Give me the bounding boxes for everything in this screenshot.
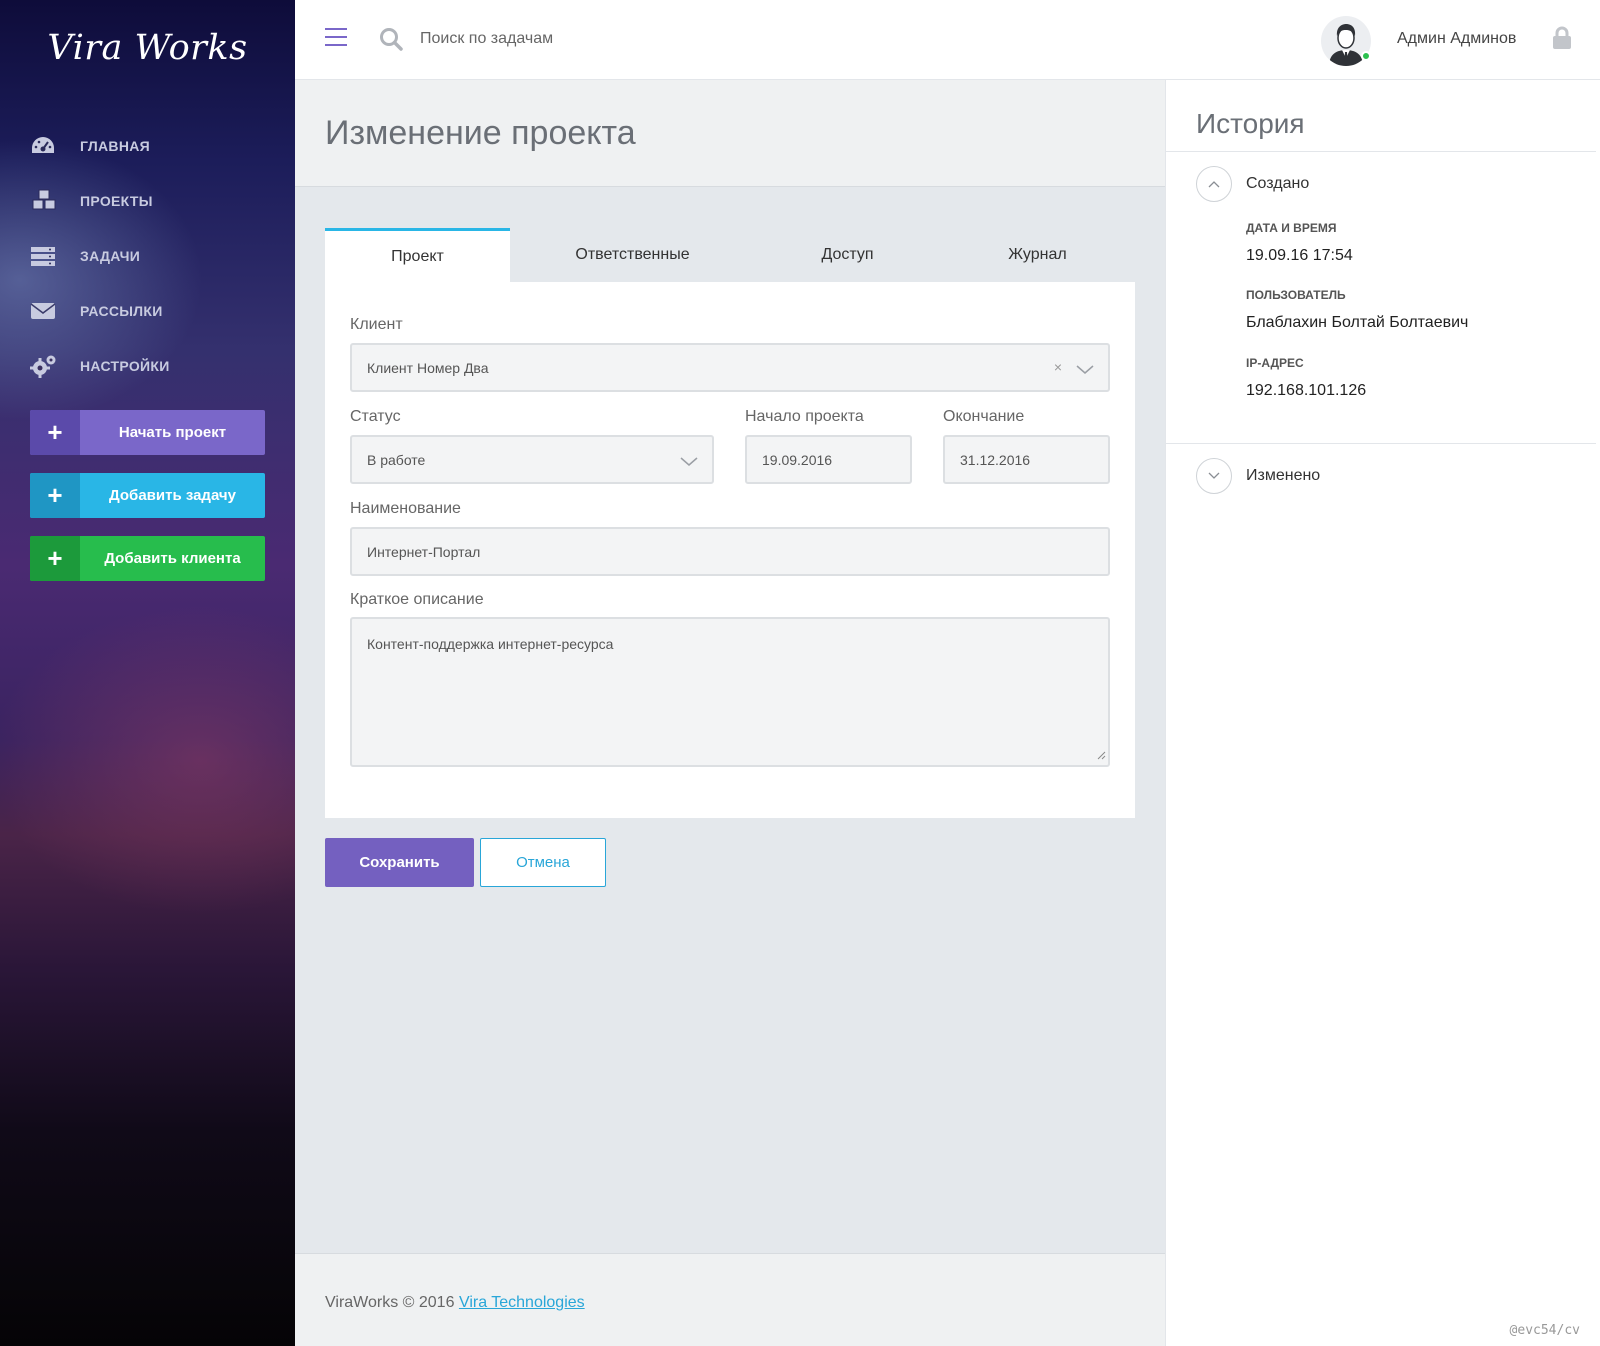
- sidebar-item-label: ЗАДАЧИ: [80, 247, 141, 264]
- add-task-label: Добавить задачу: [109, 487, 236, 504]
- chevron-down-icon: [1076, 362, 1094, 378]
- gears-icon: [30, 353, 80, 379]
- start-project-label: Начать проект: [118, 424, 227, 441]
- copyright-text: ViraWorks © 2016: [325, 1294, 455, 1311]
- sidebar-item-settings[interactable]: НАСТРОЙКИ: [30, 338, 170, 393]
- dashboard-icon: [30, 135, 80, 157]
- lock-icon[interactable]: [1552, 26, 1572, 55]
- sidebar-item-label: ГЛАВНАЯ: [80, 137, 151, 154]
- date-time-value: 19.09.16 17:54: [1246, 247, 1353, 264]
- tab-access[interactable]: Доступ: [755, 228, 940, 282]
- user-value: Блаблахин Болтай Болтаевич: [1246, 314, 1469, 331]
- online-status-dot: [1361, 51, 1371, 61]
- plus-icon: +: [30, 410, 80, 455]
- resize-handle-icon[interactable]: [1096, 747, 1106, 763]
- start-project-button[interactable]: + Начать проект: [30, 410, 265, 455]
- add-client-button[interactable]: + Добавить клиента: [30, 536, 265, 581]
- sidebar-item-label: РАССЫЛКИ: [80, 302, 163, 319]
- sidebar-item-tasks[interactable]: ЗАДАЧИ: [30, 228, 170, 283]
- tab-bar: Проект Ответственные Доступ Журнал: [325, 228, 1135, 282]
- cubes-icon: [30, 189, 80, 213]
- save-button[interactable]: Сохранить: [325, 838, 474, 887]
- cancel-button[interactable]: Отмена: [480, 838, 606, 887]
- sidebar-item-projects[interactable]: ПРОЕКТЫ: [30, 173, 170, 228]
- chevron-down-icon: [1208, 467, 1220, 485]
- footer: ViraWorks © 2016 Vira Technologies: [295, 1253, 1165, 1346]
- top-bar: Админ Админов: [295, 0, 1600, 80]
- add-client-label: Добавить клиента: [104, 550, 241, 567]
- collapse-toggle[interactable]: [1196, 166, 1232, 202]
- ip-value: 192.168.101.126: [1246, 382, 1367, 399]
- description-textarea[interactable]: Контент-поддержка интернет-ресурса: [350, 617, 1110, 767]
- sidebar-item-home[interactable]: ГЛАВНАЯ: [30, 118, 170, 173]
- divider: [1166, 151, 1596, 152]
- ip-label: IP-АДРЕС: [1246, 356, 1304, 370]
- status-select[interactable]: В работе: [350, 435, 714, 484]
- end-date-field[interactable]: 31.12.2016: [943, 435, 1110, 484]
- tab-journal[interactable]: Журнал: [940, 228, 1135, 282]
- end-date-value: 31.12.2016: [960, 451, 1031, 468]
- start-date-label: Начало проекта: [745, 408, 864, 425]
- app-logo[interactable]: Vira Works: [0, 28, 295, 68]
- history-panel: История Создано ДАТА И ВРЕМЯ 19.09.16 17…: [1165, 80, 1600, 1346]
- history-title: История: [1196, 108, 1305, 139]
- status-label: Статус: [350, 408, 401, 425]
- clear-icon[interactable]: ×: [1054, 359, 1062, 375]
- name-field[interactable]: Интернет-Портал: [350, 527, 1110, 576]
- sidebar-item-label: НАСТРОЙКИ: [80, 357, 170, 374]
- plus-icon: +: [30, 473, 80, 518]
- tab-project[interactable]: Проект: [325, 228, 510, 282]
- history-changed-heading[interactable]: Изменено: [1246, 467, 1320, 485]
- page-header: Изменение проекта: [295, 80, 1165, 187]
- sidebar-item-label: ПРОЕКТЫ: [80, 192, 153, 209]
- add-task-button[interactable]: + Добавить задачу: [30, 473, 265, 518]
- history-created-heading[interactable]: Создано: [1246, 175, 1309, 193]
- expand-toggle[interactable]: [1196, 458, 1232, 494]
- envelope-icon: [30, 301, 80, 321]
- client-label: Клиент: [350, 316, 403, 333]
- footer-text: ViraWorks © 2016 Vira Technologies: [325, 1294, 585, 1312]
- search-input[interactable]: [420, 26, 820, 52]
- client-select[interactable]: Клиент Номер Два ×: [350, 343, 1110, 392]
- user-name[interactable]: Админ Админов: [1397, 30, 1516, 48]
- name-label: Наименование: [350, 500, 461, 517]
- description-label: Краткое описание: [350, 591, 484, 608]
- watermark: @evc54/cv: [1509, 1323, 1580, 1338]
- end-date-label: Окончание: [943, 408, 1025, 425]
- description-value: Контент-поддержка интернет-ресурса: [367, 636, 614, 652]
- company-link[interactable]: Vira Technologies: [459, 1294, 585, 1311]
- search-icon[interactable]: [379, 27, 403, 56]
- sidebar: Vira Works ГЛАВНАЯ ПРОЕКТЫ ЗАДАЧИ РАССЫЛ…: [0, 0, 295, 1346]
- main-content: Изменение проекта Проект Ответственные Д…: [295, 80, 1165, 1346]
- divider: [1166, 443, 1596, 444]
- chevron-down-icon: [680, 454, 698, 470]
- client-value: Клиент Номер Два: [367, 359, 489, 376]
- tab-responsible[interactable]: Ответственные: [510, 228, 755, 282]
- sidebar-item-mailings[interactable]: РАССЫЛКИ: [30, 283, 170, 338]
- page-title: Изменение проекта: [325, 114, 636, 152]
- user-label: ПОЛЬЗОВАТЕЛЬ: [1246, 288, 1346, 302]
- name-value: Интернет-Портал: [367, 543, 481, 560]
- project-form: Клиент Клиент Номер Два × Статус В работ…: [325, 282, 1135, 818]
- status-value: В работе: [367, 451, 426, 468]
- plus-icon: +: [30, 536, 80, 581]
- start-date-field[interactable]: 19.09.2016: [745, 435, 912, 484]
- date-time-label: ДАТА И ВРЕМЯ: [1246, 221, 1337, 235]
- start-date-value: 19.09.2016: [762, 451, 833, 468]
- server-icon: [30, 245, 80, 267]
- menu-toggle-icon[interactable]: [325, 28, 347, 48]
- main-nav: ГЛАВНАЯ ПРОЕКТЫ ЗАДАЧИ РАССЫЛКИ НАСТРОЙК…: [30, 118, 170, 393]
- chevron-up-icon: [1208, 175, 1220, 193]
